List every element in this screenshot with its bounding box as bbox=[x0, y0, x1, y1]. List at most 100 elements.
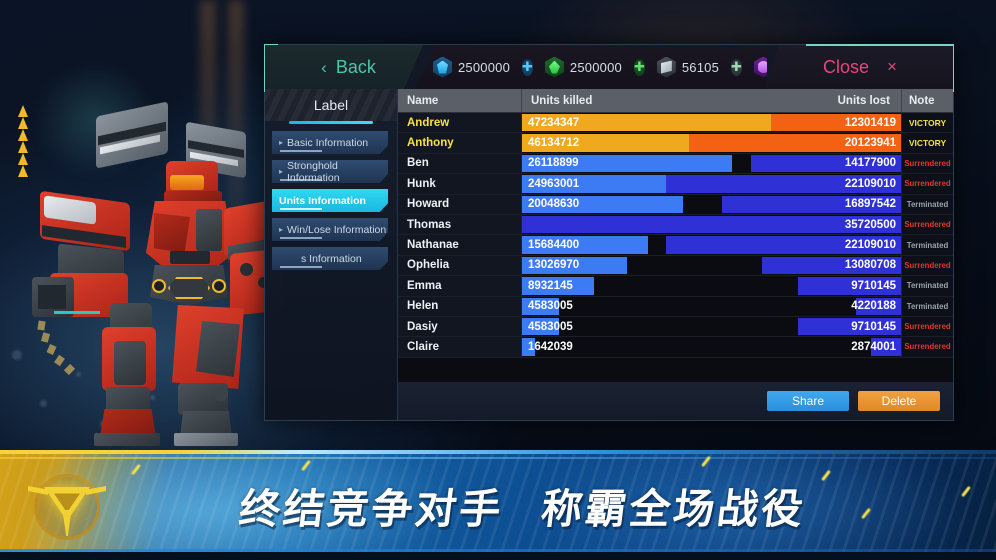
status-badge: VICTORY bbox=[901, 133, 953, 153]
units-lost-bar: 12301419 bbox=[771, 114, 901, 132]
cell-bars: 4583005 4220188 bbox=[522, 297, 901, 316]
add-metal-button[interactable]: ✚ bbox=[731, 58, 742, 76]
sidebar-item-other-information[interactable]: s Information bbox=[272, 247, 388, 270]
energy-icon bbox=[544, 56, 564, 78]
resource-crystal[interactable]: 2500000 bbox=[433, 56, 511, 78]
cell-name: Ophelia bbox=[398, 255, 522, 276]
table-row[interactable]: Ophelia 13026970 13080708 Surrendered bbox=[398, 255, 953, 277]
promo-banner: 终结竞争对手 称霸全场战役 bbox=[0, 450, 996, 560]
back-button[interactable]: chevron-left-icon ‹ Back bbox=[265, 45, 423, 89]
sidebar-item-label: Win/Lose Information bbox=[287, 223, 387, 236]
table-row[interactable]: Emma 8932145 9710145 Terminated bbox=[398, 276, 953, 297]
label-sidebar: Label ▸ Basic Information ▸ Stronghold I… bbox=[265, 89, 398, 420]
units-killed-bar: 20048630 bbox=[522, 195, 683, 213]
units-killed-bar: 15684400 bbox=[522, 236, 648, 254]
slogan-right: 称霸全场战役 bbox=[538, 485, 809, 533]
delete-button[interactable]: Delete bbox=[858, 391, 940, 411]
report-table: Name Units killed Units lost Note Andrew… bbox=[398, 89, 953, 420]
bullet-icon: ▸ bbox=[279, 225, 284, 234]
resource-metal-value: 56105 bbox=[681, 59, 719, 75]
cell-bars: 1642039 2874001 bbox=[522, 337, 901, 356]
sidebar-header-underline bbox=[289, 121, 373, 124]
sidebar-item-label: Units Information bbox=[279, 194, 366, 207]
status-badge: Terminated bbox=[901, 296, 953, 316]
units-lost-bar: 16897542 bbox=[721, 195, 901, 213]
resource-bar: 2500000 ✚ 2500000 ✚ 56105 ✚ bbox=[415, 45, 767, 89]
bullet-icon: ▸ bbox=[279, 167, 284, 176]
units-killed-bar: 8932145 bbox=[522, 277, 594, 295]
bullet-icon: ▸ bbox=[279, 138, 284, 147]
status-badge: Surrendered bbox=[901, 153, 953, 174]
panel-topbar: chevron-left-icon ‹ Back 2500000 ✚ bbox=[265, 45, 953, 89]
units-lost-bar: 35720500 bbox=[522, 215, 901, 234]
cell-bars: 4583005 9710145 bbox=[522, 317, 901, 336]
units-lost-bar: 9710145 bbox=[797, 317, 901, 336]
commander-campaigns-panel: chevron-left-icon ‹ Back 2500000 ✚ bbox=[264, 44, 954, 421]
column-header-units-lost: Units lost bbox=[837, 94, 890, 107]
units-lost-bar: 9710145 bbox=[797, 277, 901, 295]
table-row[interactable]: Dasiy 4583005 9710145 Surrendered bbox=[398, 316, 953, 338]
table-row[interactable]: Anthony 46134712 20123941 VICTORY bbox=[398, 133, 953, 154]
units-lost-bar: 13080708 bbox=[762, 256, 901, 275]
table-body[interactable]: Andrew 47234347 12301419 VICTORY Anthony 4613… bbox=[398, 113, 953, 382]
status-badge: Surrendered bbox=[901, 174, 953, 194]
cell-name: Dasiy bbox=[398, 316, 522, 337]
sidebar-item-stronghold-information[interactable]: ▸ Stronghold Information bbox=[272, 160, 388, 183]
sidebar-header: Label bbox=[265, 89, 397, 121]
table-row[interactable]: Ben 26118899 14177900 Surrendered bbox=[398, 153, 953, 175]
units-lost-bar: 4220188 bbox=[851, 297, 901, 315]
table-row[interactable]: Howard 20048630 16897542 Terminated bbox=[398, 194, 953, 215]
cell-name: Anthony bbox=[398, 133, 522, 153]
table-row[interactable]: Claire 1642039 2874001 Surrendered bbox=[398, 337, 953, 358]
close-button[interactable]: Close × bbox=[767, 45, 953, 89]
cell-name: Emma bbox=[398, 276, 522, 296]
status-badge: Surrendered bbox=[901, 255, 953, 276]
status-badge: Surrendered bbox=[901, 337, 953, 357]
cell-bars: 1568440035720500 bbox=[522, 215, 901, 234]
sidebar-item-win-lose-information[interactable]: ▸ Win/Lose Information bbox=[272, 218, 388, 241]
sidebar-item-label: Stronghold Information bbox=[287, 159, 340, 184]
metal-icon bbox=[656, 56, 676, 78]
chevron-left-glyph: ‹ bbox=[321, 57, 327, 77]
resource-energy[interactable]: 2500000 bbox=[544, 56, 622, 78]
cell-bars: 8932145 9710145 bbox=[522, 276, 901, 295]
sidebar-item-basic-information[interactable]: ▸ Basic Information bbox=[272, 131, 388, 154]
table-row[interactable]: Hunk 24963001 22109010 Surrendered bbox=[398, 174, 953, 195]
cell-name: Thomas bbox=[398, 214, 522, 235]
units-lost-bar: 2874001 bbox=[851, 338, 901, 356]
table-footer: Share Delete bbox=[398, 382, 953, 420]
cell-name: Helen bbox=[398, 296, 522, 316]
units-killed-bar: 4583005 bbox=[522, 297, 573, 315]
cell-bars: 20048630 16897542 bbox=[522, 195, 901, 214]
sidebar-item-label: Basic Information bbox=[287, 136, 369, 149]
units-lost-bar: 22109010 bbox=[666, 236, 901, 254]
close-icon[interactable]: × bbox=[887, 57, 897, 77]
column-header-name: Name bbox=[398, 89, 522, 112]
add-crystal-button[interactable]: ✚ bbox=[522, 58, 533, 76]
units-lost-bar: 14177900 bbox=[750, 154, 901, 173]
cell-name: Claire bbox=[398, 337, 522, 357]
cell-bars: 46134712 20123941 bbox=[522, 133, 901, 152]
cell-name: Howard bbox=[398, 194, 522, 214]
table-row[interactable]: Andrew 47234347 12301419 VICTORY bbox=[398, 113, 953, 134]
status-badge: Terminated bbox=[901, 235, 953, 255]
sidebar-item-units-information[interactable]: Units Information bbox=[272, 189, 388, 212]
table-row[interactable]: Helen 4583005 4220188 Terminated bbox=[398, 296, 953, 317]
add-energy-button[interactable]: ✚ bbox=[633, 58, 645, 76]
resource-metal[interactable]: 56105 bbox=[656, 56, 719, 78]
units-killed-bar: 13026970 bbox=[522, 256, 627, 275]
units-lost-bar: 22109010 bbox=[666, 175, 901, 193]
share-button[interactable]: Share bbox=[767, 391, 849, 411]
cell-bars: 26118899 14177900 bbox=[522, 154, 901, 173]
status-badge: Surrendered bbox=[901, 214, 953, 235]
column-header-note: Note bbox=[901, 89, 953, 112]
table-row[interactable]: Nathanae 15684400 22109010 Terminated bbox=[398, 235, 953, 256]
units-killed-bar: 26118899 bbox=[522, 154, 732, 173]
resource-crystal-value: 2500000 bbox=[458, 59, 511, 75]
cell-bars: 15684400 22109010 bbox=[522, 235, 901, 254]
table-header-row: Name Units killed Units lost Note bbox=[398, 89, 953, 113]
cell-name: Andrew bbox=[398, 113, 522, 133]
table-row[interactable]: Thomas1568440035720500Surrendered bbox=[398, 214, 953, 236]
status-badge: Terminated bbox=[901, 194, 953, 214]
slogan-left: 终结竞争对手 bbox=[236, 485, 507, 533]
